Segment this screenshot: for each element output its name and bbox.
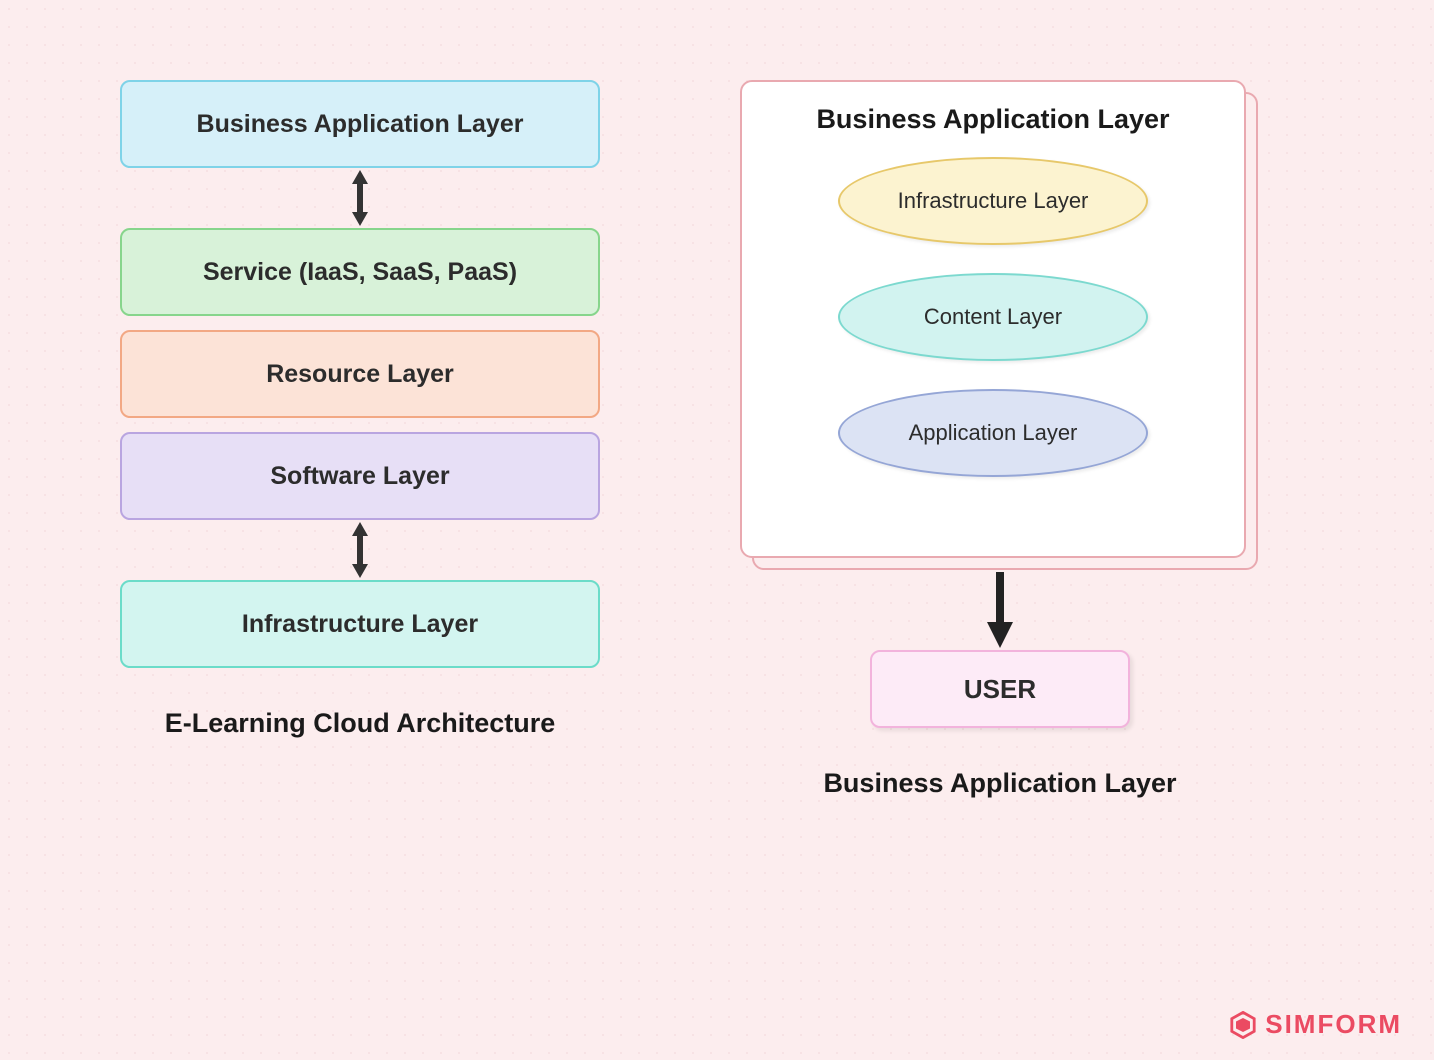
logo-text: SIMFORM [1265,1009,1402,1040]
layer-label: Resource Layer [266,360,454,389]
layer-label: Software Layer [270,462,449,491]
simform-logo: SIMFORM [1229,1009,1402,1040]
ellipse-label: Content Layer [924,304,1062,330]
arrow-double-2 [349,520,371,580]
user-label: USER [964,674,1036,705]
left-caption: E-Learning Cloud Architecture [165,708,556,739]
layer-infrastructure: Infrastructure Layer [120,580,600,668]
layer-label: Business Application Layer [197,110,524,139]
layer-software: Software Layer [120,432,600,520]
layer-resource: Resource Layer [120,330,600,418]
business-application-card: Business Application Layer Infrastructur… [740,80,1246,558]
right-caption: Business Application Layer [823,768,1176,799]
layer-service: Service (IaaS, SaaS, PaaS) [120,228,600,316]
ellipse-infrastructure: Infrastructure Layer [838,157,1148,245]
ellipse-application: Application Layer [838,389,1148,477]
layer-business-application: Business Application Layer [120,80,600,168]
card-title: Business Application Layer [816,104,1169,135]
arrow-double-1 [349,168,371,228]
ellipse-label: Application Layer [909,420,1078,446]
left-diagram: Business Application Layer Service (IaaS… [100,80,620,739]
logo-icon [1229,1011,1257,1039]
business-application-card-wrap: Business Application Layer Infrastructur… [740,80,1260,570]
ellipse-label: Infrastructure Layer [898,188,1089,214]
layer-label: Infrastructure Layer [242,610,478,639]
layer-label: Service (IaaS, SaaS, PaaS) [203,258,517,287]
arrow-down [987,570,1013,650]
user-box: USER [870,650,1130,728]
right-diagram: Business Application Layer Infrastructur… [740,80,1260,799]
ellipse-content: Content Layer [838,273,1148,361]
